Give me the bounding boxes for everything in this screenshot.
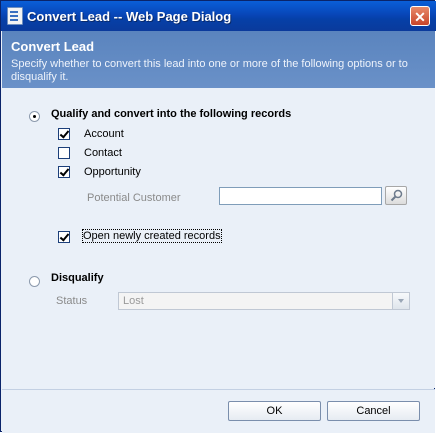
ok-button[interactable]: OK bbox=[228, 401, 321, 421]
close-icon: ✕ bbox=[414, 9, 426, 25]
disqualify-radio[interactable] bbox=[29, 276, 40, 287]
open-records-checkbox[interactable] bbox=[58, 231, 70, 243]
cancel-button[interactable]: Cancel bbox=[327, 401, 420, 421]
opportunity-checkbox[interactable] bbox=[58, 166, 70, 178]
dialog-title: Convert Lead bbox=[11, 39, 95, 54]
account-checkbox[interactable] bbox=[58, 128, 70, 140]
open-records-label[interactable]: Open newly created records bbox=[82, 229, 222, 243]
disqualify-label[interactable]: Disqualify bbox=[51, 272, 104, 284]
qualify-label[interactable]: Qualify and convert into the following r… bbox=[51, 108, 291, 120]
dialog-content: Qualify and convert into the following r… bbox=[2, 88, 435, 388]
page-icon bbox=[7, 7, 23, 25]
close-button[interactable]: ✕ bbox=[410, 6, 430, 26]
lookup-icon bbox=[390, 189, 403, 202]
chevron-down-icon bbox=[392, 293, 409, 309]
lookup-button[interactable] bbox=[385, 186, 407, 205]
status-label: Status bbox=[56, 295, 88, 307]
status-value: Lost bbox=[123, 295, 144, 307]
title-bar: Convert Lead -- Web Page Dialog ✕ bbox=[1, 1, 436, 31]
dialog-description: Specify whether to convert this lead int… bbox=[11, 58, 408, 83]
convert-lead-dialog: Convert Lead -- Web Page Dialog ✕ Conver… bbox=[0, 0, 436, 433]
opportunity-label[interactable]: Opportunity bbox=[84, 166, 141, 178]
contact-label[interactable]: Contact bbox=[84, 147, 122, 159]
dialog-header: Convert Lead Specify whether to convert … bbox=[2, 31, 435, 88]
window-title: Convert Lead -- Web Page Dialog bbox=[27, 9, 232, 24]
contact-checkbox[interactable] bbox=[58, 147, 70, 159]
dialog-footer: OK Cancel bbox=[2, 389, 435, 433]
qualify-radio[interactable] bbox=[29, 111, 40, 122]
potential-customer-input[interactable] bbox=[219, 187, 382, 205]
account-label[interactable]: Account bbox=[84, 128, 124, 140]
potential-customer-label: Potential Customer bbox=[87, 192, 181, 204]
status-select[interactable]: Lost bbox=[118, 292, 410, 310]
